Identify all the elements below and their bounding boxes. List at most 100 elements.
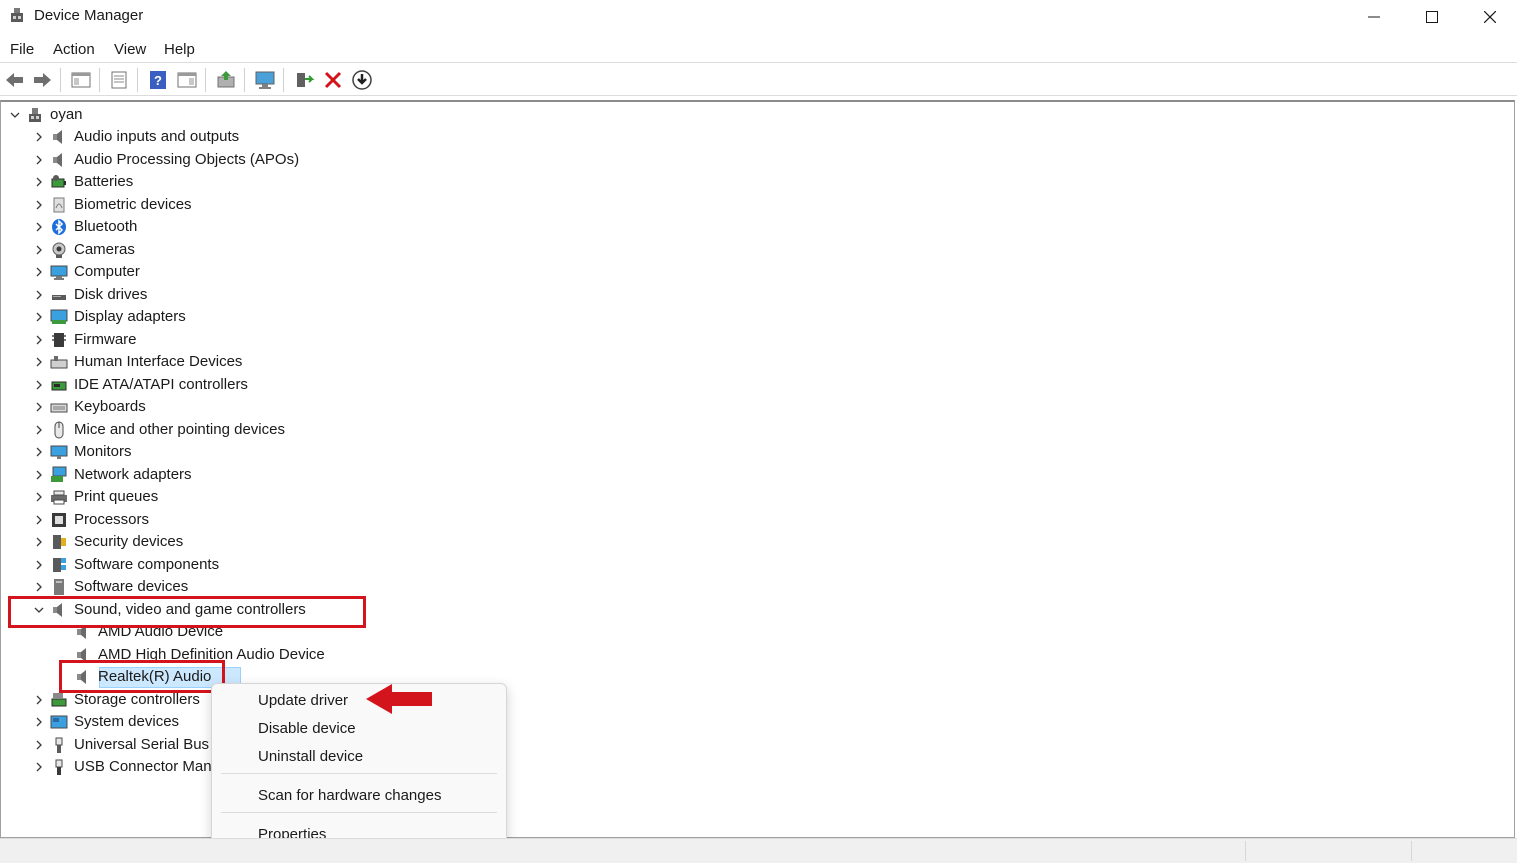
- chevron-right-icon[interactable]: [33, 131, 45, 143]
- tree-category-item[interactable]: Cameras: [1, 239, 1501, 261]
- action-pane-icon[interactable]: [176, 69, 198, 91]
- status-separator: [1411, 841, 1412, 861]
- chevron-right-icon[interactable]: [33, 761, 45, 773]
- tree-category-item[interactable]: Processors: [1, 509, 1501, 531]
- chevron-right-icon[interactable]: [33, 154, 45, 166]
- tree-category-item[interactable]: Computer: [1, 261, 1501, 283]
- chevron-right-icon[interactable]: [33, 739, 45, 751]
- tree-category-item[interactable]: Network adapters: [1, 464, 1501, 486]
- svg-text:?: ?: [154, 73, 162, 88]
- chevron-right-icon[interactable]: [33, 176, 45, 188]
- tree-item-label: Universal Serial Bus c: [74, 736, 221, 753]
- tree-category-item[interactable]: Mice and other pointing devices: [1, 419, 1501, 441]
- show-hide-console-tree-icon[interactable]: [70, 69, 92, 91]
- context-uninstall-device[interactable]: Uninstall device: [258, 748, 363, 765]
- tree-category-item[interactable]: Audio Processing Objects (APOs): [1, 149, 1501, 171]
- chevron-right-icon[interactable]: [33, 244, 45, 256]
- tree-item-label: Mice and other pointing devices: [74, 421, 285, 438]
- chevron-right-icon[interactable]: [33, 379, 45, 391]
- tree-category-item[interactable]: Software components: [1, 554, 1501, 576]
- chevron-right-icon[interactable]: [33, 716, 45, 728]
- tree-item-label: Firmware: [74, 331, 137, 348]
- properties-icon[interactable]: [108, 69, 130, 91]
- tree-category-item[interactable]: Keyboards: [1, 396, 1501, 418]
- firmware-icon: [52, 333, 66, 347]
- chevron-right-icon[interactable]: [33, 446, 45, 458]
- red-highlight-box-category: [8, 596, 366, 628]
- context-update-driver[interactable]: Update driver: [258, 692, 348, 709]
- context-separator: [221, 812, 497, 813]
- tree-item-label: IDE ATA/ATAPI controllers: [74, 376, 248, 393]
- chevron-right-icon[interactable]: [33, 536, 45, 548]
- tree-category-item[interactable]: Print queues: [1, 486, 1501, 508]
- tree-category-item[interactable]: Batteries: [1, 171, 1501, 193]
- enable-device-icon[interactable]: [293, 69, 315, 91]
- forward-icon[interactable]: [31, 69, 53, 91]
- context-scan-hardware[interactable]: Scan for hardware changes: [258, 787, 441, 804]
- tree-item-label: Security devices: [74, 533, 184, 550]
- tree-root-computer[interactable]: oyan: [1, 104, 1501, 126]
- chevron-right-icon[interactable]: [33, 469, 45, 481]
- chevron-right-icon[interactable]: [33, 334, 45, 346]
- menu-view[interactable]: View: [114, 41, 146, 58]
- chevron-right-icon[interactable]: [33, 581, 45, 593]
- context-disable-device[interactable]: Disable device: [258, 720, 356, 737]
- tree-category-item[interactable]: Software devices: [1, 576, 1501, 598]
- tree-item-label: Cameras: [74, 241, 135, 258]
- tree-item-label: Print queues: [74, 488, 159, 505]
- close-icon: [1484, 11, 1496, 23]
- download-driver-icon[interactable]: [351, 69, 373, 91]
- chevron-down-icon[interactable]: [9, 109, 21, 121]
- chevron-right-icon[interactable]: [33, 424, 45, 436]
- context-menu: Update driver Disable device Uninstall d…: [211, 683, 507, 853]
- chevron-right-icon[interactable]: [33, 311, 45, 323]
- chevron-right-icon[interactable]: [33, 401, 45, 413]
- speaker-icon: [53, 153, 62, 167]
- back-icon[interactable]: [4, 69, 26, 91]
- menu-file[interactable]: File: [10, 41, 34, 58]
- tree-category-item[interactable]: Firmware: [1, 329, 1501, 351]
- tree-category-item[interactable]: Display adapters: [1, 306, 1501, 328]
- ide-controller-icon: [51, 381, 67, 391]
- scan-hardware-icon[interactable]: [254, 69, 276, 91]
- chevron-right-icon[interactable]: [33, 356, 45, 368]
- chevron-right-icon[interactable]: [33, 491, 45, 503]
- mouse-icon: [54, 421, 64, 439]
- keyboard-icon: [50, 403, 68, 413]
- tree-item-label: Computer: [74, 263, 140, 280]
- tree-category-item[interactable]: IDE ATA/ATAPI controllers: [1, 374, 1501, 396]
- toolbar-separator: [244, 68, 245, 92]
- chevron-right-icon[interactable]: [33, 266, 45, 278]
- chevron-right-icon[interactable]: [33, 559, 45, 571]
- tree-category-item[interactable]: Bluetooth: [1, 216, 1501, 238]
- maximize-button[interactable]: [1403, 0, 1461, 34]
- uninstall-device-icon[interactable]: [322, 69, 344, 91]
- chevron-right-icon[interactable]: [33, 514, 45, 526]
- tree-item-label: Biometric devices: [74, 196, 192, 213]
- tree-item-label: Display adapters: [74, 308, 186, 325]
- speaker-icon: [53, 130, 62, 144]
- menu-help[interactable]: Help: [164, 41, 195, 58]
- help-icon[interactable]: ?: [147, 69, 169, 91]
- tree-category-item[interactable]: Monitors: [1, 441, 1501, 463]
- tree-item-label: Bluetooth: [74, 218, 138, 235]
- update-driver-icon[interactable]: [215, 69, 237, 91]
- close-button[interactable]: [1461, 0, 1517, 34]
- chevron-right-icon[interactable]: [33, 199, 45, 211]
- tree-category-item[interactable]: Audio inputs and outputs: [1, 126, 1501, 148]
- tree-item-label: Human Interface Devices: [74, 353, 243, 370]
- tree-item-label: System devices: [74, 713, 180, 730]
- device-manager-icon: [11, 8, 23, 22]
- storage-controller-icon: [51, 693, 67, 707]
- chevron-right-icon[interactable]: [33, 694, 45, 706]
- minimize-button[interactable]: [1345, 0, 1403, 34]
- tree-device-item[interactable]: AMD High Definition Audio Device: [1, 644, 1501, 666]
- tree-category-item[interactable]: Human Interface Devices: [1, 351, 1501, 373]
- tree-category-item[interactable]: Biometric devices: [1, 194, 1501, 216]
- chevron-right-icon[interactable]: [33, 289, 45, 301]
- tree-category-item[interactable]: Disk drives: [1, 284, 1501, 306]
- chevron-right-icon[interactable]: [33, 221, 45, 233]
- maximize-icon: [1426, 11, 1438, 23]
- menu-action[interactable]: Action: [53, 41, 95, 58]
- tree-category-item[interactable]: Security devices: [1, 531, 1501, 553]
